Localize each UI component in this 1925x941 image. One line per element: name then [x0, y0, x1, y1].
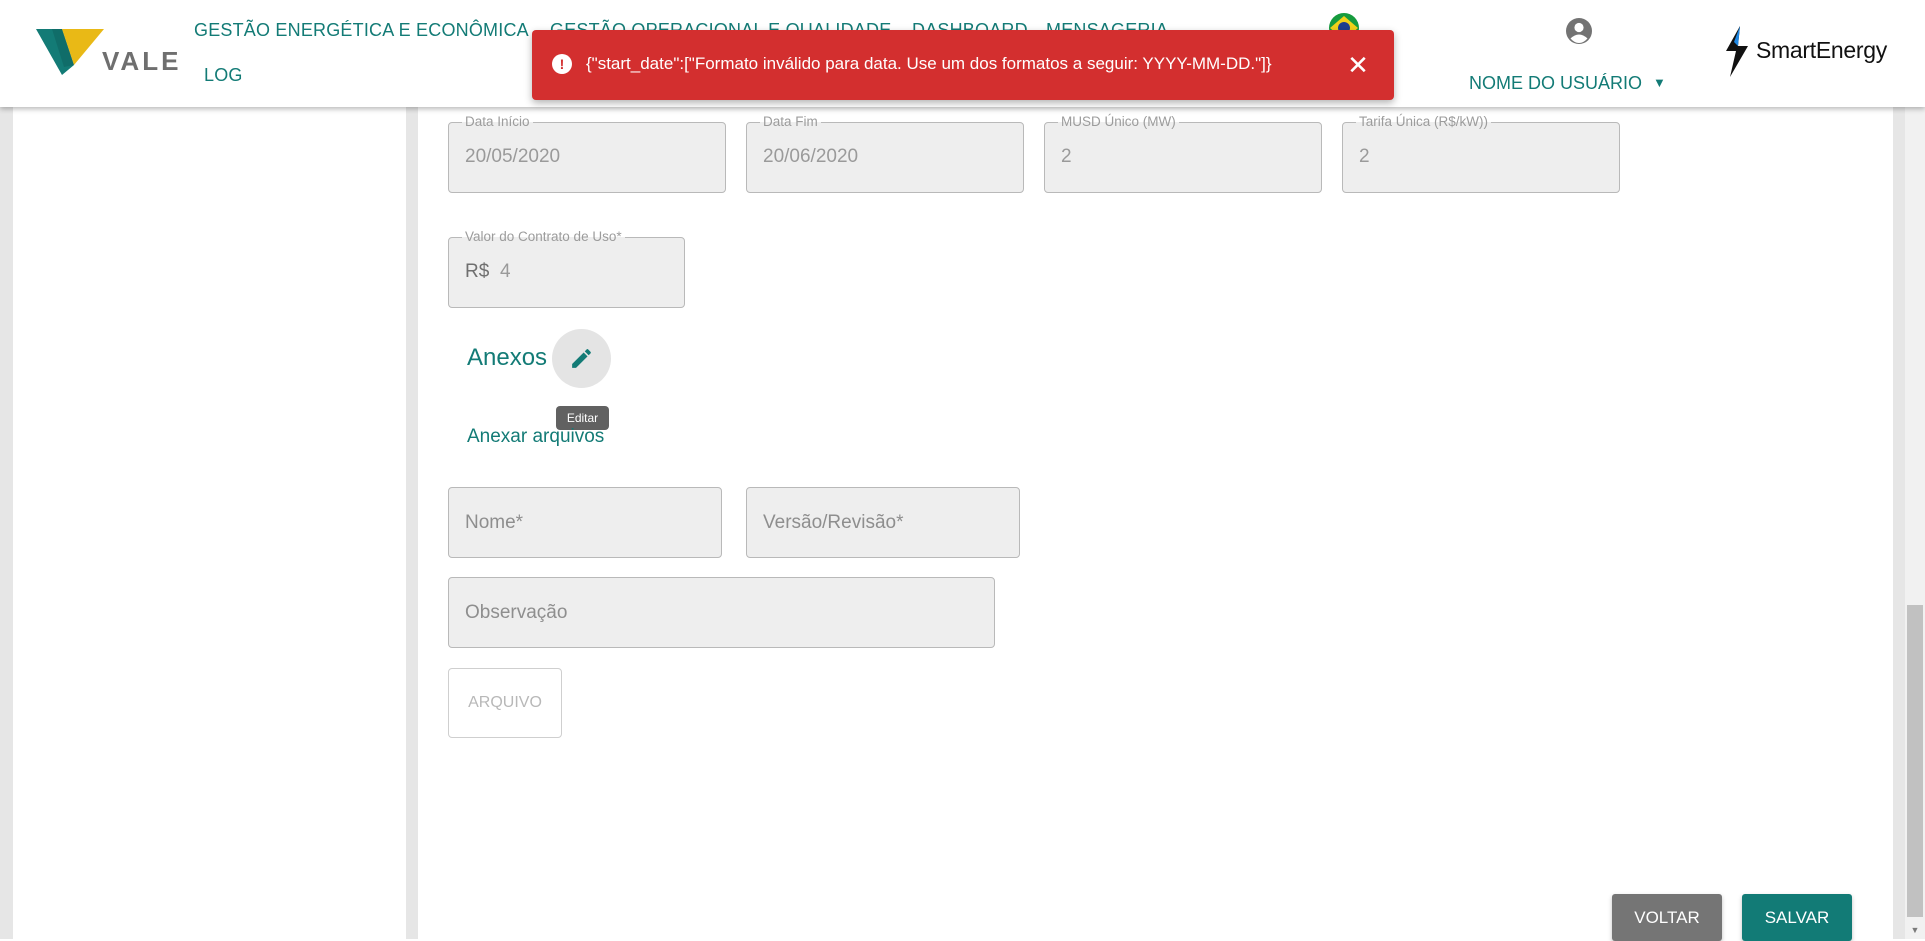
- panel-divider: [406, 0, 418, 939]
- chevron-down-icon: ▼: [1653, 75, 1666, 90]
- error-message: {"start_date":["Formato inválido para da…: [586, 54, 1272, 73]
- close-icon[interactable]: ✕: [1340, 47, 1376, 83]
- left-panel: [13, 0, 406, 939]
- currency-prefix: R$: [465, 261, 490, 282]
- start-date-value: 20/05/2020: [465, 146, 561, 167]
- version-field[interactable]: Versão/Revisão*: [746, 487, 1020, 558]
- page-gutter-right: [1893, 0, 1905, 939]
- start-date-label: Data Início: [462, 114, 533, 129]
- name-field[interactable]: Nome*: [448, 487, 722, 558]
- version-placeholder: Versão/Revisão*: [763, 512, 904, 533]
- page-gutter-left: [0, 0, 13, 939]
- musd-label: MUSD Único (MW): [1058, 114, 1179, 129]
- end-date-label: Data Fim: [760, 114, 821, 129]
- edit-button[interactable]: [552, 329, 611, 388]
- save-button[interactable]: SALVAR: [1742, 894, 1852, 941]
- nav-energy-management[interactable]: GESTÃO ENERGÉTICA E ECONÔMICA: [194, 20, 529, 41]
- smartenergy-logo-text: SmartEnergy: [1756, 37, 1887, 63]
- account-circle-icon[interactable]: [1565, 17, 1593, 45]
- error-icon: !: [552, 54, 572, 74]
- pencil-icon: [572, 349, 591, 368]
- contract-value-field[interactable]: Valor do Contrato de Uso* R$ 4: [448, 229, 685, 308]
- musd-field[interactable]: MUSD Único (MW) 2: [1044, 114, 1322, 193]
- vale-logo-icon[interactable]: [34, 25, 106, 77]
- tariff-field[interactable]: Tarifa Única (R$/kW)) 2: [1342, 114, 1620, 193]
- contract-value: 4: [500, 261, 511, 282]
- nav-log[interactable]: LOG: [204, 65, 243, 86]
- name-placeholder: Nome*: [465, 512, 524, 533]
- smartenergy-bolt-icon: [1726, 26, 1748, 77]
- file-button[interactable]: ARQUIVO: [448, 668, 562, 738]
- back-button[interactable]: VOLTAR: [1612, 894, 1722, 941]
- vale-logo-text: VALE: [102, 46, 182, 76]
- error-toast: ! {"start_date":["Formato inválido para …: [532, 30, 1394, 100]
- notes-field[interactable]: Observação: [448, 577, 995, 648]
- contract-value-label: Valor do Contrato de Uso*: [462, 229, 625, 244]
- attach-files-link[interactable]: Anexar arquivos: [467, 426, 604, 448]
- notes-placeholder: Observação: [465, 602, 568, 623]
- scrollbar-thumb[interactable]: [1907, 605, 1923, 917]
- user-menu[interactable]: NOME DO USUÁRIO ▼: [1469, 73, 1666, 94]
- attachments-title: Anexos: [467, 344, 548, 371]
- end-date-value: 20/06/2020: [763, 146, 859, 167]
- end-date-field[interactable]: Data Fim 20/06/2020: [746, 114, 1024, 193]
- start-date-field[interactable]: Data Início 20/05/2020: [448, 114, 726, 193]
- user-name-label: NOME DO USUÁRIO: [1469, 73, 1643, 93]
- musd-value: 2: [1061, 146, 1072, 167]
- scroll-down-icon[interactable]: ▼: [1905, 921, 1925, 939]
- tariff-label: Tarifa Única (R$/kW)): [1356, 114, 1492, 129]
- tariff-value: 2: [1359, 146, 1370, 167]
